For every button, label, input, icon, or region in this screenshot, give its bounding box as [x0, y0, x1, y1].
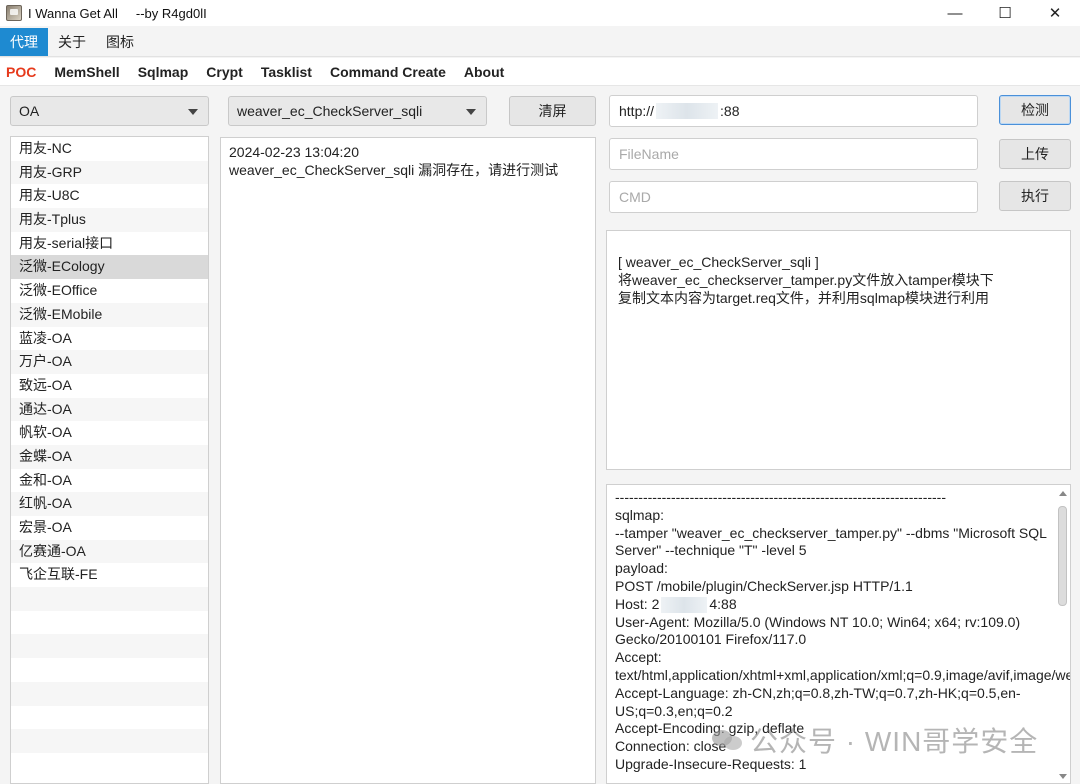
- poc-select[interactable]: weaver_ec_CheckServer_sqli: [228, 96, 487, 126]
- maximize-icon[interactable]: ☐: [980, 0, 1030, 26]
- accept-language-header: Accept-Language: zh-CN,zh;q=0.8,zh-TW;q=…: [615, 684, 1021, 719]
- list-item[interactable]: 用友-U8C: [11, 184, 208, 208]
- empty-list-row[interactable]: [11, 706, 208, 730]
- url-input[interactable]: http:// :88: [609, 95, 978, 127]
- log-message: weaver_ec_CheckServer_sqli 漏洞存在，请进行测试: [229, 162, 559, 178]
- empty-list-row[interactable]: [11, 729, 208, 753]
- tab-sqlmap[interactable]: Sqlmap: [129, 58, 198, 86]
- minimize-icon[interactable]: —: [930, 0, 980, 26]
- cmd-placeholder: CMD: [619, 189, 651, 205]
- poc-select-value: weaver_ec_CheckServer_sqli: [237, 103, 423, 119]
- cmd-input[interactable]: CMD: [609, 181, 978, 213]
- redacted-block: [661, 597, 708, 614]
- list-item[interactable]: 致远-OA: [11, 374, 208, 398]
- list-item[interactable]: 红帆-OA: [11, 492, 208, 516]
- tab-tasklist[interactable]: Tasklist: [252, 58, 321, 86]
- app-icon: [6, 5, 22, 21]
- upload-button[interactable]: 上传: [999, 139, 1071, 169]
- url-suffix: :88: [720, 103, 740, 119]
- window-title: I Wanna Get All --by R4gd0lI: [28, 5, 207, 21]
- list-item[interactable]: 通达-OA: [11, 397, 208, 422]
- url-prefix: http://: [619, 103, 655, 119]
- scroll-thumb[interactable]: [1058, 506, 1067, 606]
- tab-command-create[interactable]: Command Create: [321, 58, 455, 86]
- empty-list-row[interactable]: [11, 658, 208, 682]
- title-bar: I Wanna Get All --by R4gd0lI — ☐ ✕: [0, 0, 1080, 26]
- watermark-text: 公众号 · WIN哥学安全: [750, 726, 1039, 757]
- host-prefix: Host: 2: [615, 595, 660, 612]
- list-item[interactable]: 用友-GRP: [11, 160, 208, 185]
- tab-memshell[interactable]: MemShell: [45, 58, 128, 86]
- list-item[interactable]: 金蝶-OA: [11, 444, 208, 469]
- list-item[interactable]: 万户-OA: [11, 350, 208, 374]
- list-item[interactable]: 亿赛通-OA: [11, 539, 208, 564]
- log-timestamp: 2024-02-23 13:04:20: [229, 144, 359, 160]
- menu-about[interactable]: 关于: [48, 28, 96, 56]
- menu-icon[interactable]: 图标: [96, 28, 144, 56]
- list-item[interactable]: 泛微-EOffice: [11, 279, 208, 303]
- clear-button[interactable]: 清屏: [509, 96, 596, 126]
- close-icon[interactable]: ✕: [1030, 0, 1080, 26]
- empty-list-row[interactable]: [11, 753, 208, 777]
- list-item[interactable]: 飞企互联-FE: [11, 563, 208, 587]
- tab-crypt[interactable]: Crypt: [197, 58, 252, 86]
- tab-about[interactable]: About: [455, 58, 513, 86]
- scrollbar[interactable]: [1058, 488, 1067, 782]
- separator-line: ----------------------------------------…: [615, 489, 947, 505]
- user-agent-header: User-Agent: Mozilla/5.0 (Windows NT 10.0…: [615, 613, 1021, 648]
- note-line: 将weaver_ec_checkserver_tamper.py文件放入tamp…: [618, 272, 994, 288]
- request-line: POST /mobile/plugin/CheckServer.jsp HTTP…: [615, 577, 913, 594]
- accept-header: Accept: text/html,application/xhtml+xml,…: [615, 649, 1070, 683]
- list-item[interactable]: 用友-NC: [11, 137, 208, 161]
- detect-button[interactable]: 检测: [999, 95, 1071, 125]
- watermark: 公众号 · WIN哥学安全: [712, 722, 1038, 758]
- empty-list-row[interactable]: [11, 634, 208, 659]
- list-item[interactable]: 宏景-OA: [11, 516, 208, 540]
- empty-list-row[interactable]: [11, 587, 208, 611]
- list-item[interactable]: 金和-OA: [11, 469, 208, 493]
- sqlmap-command: --tamper "weaver_ec_checkserver_tamper.p…: [615, 524, 1047, 559]
- payload-label: payload:: [615, 560, 668, 577]
- tab-bar: POC MemShell Sqlmap Crypt Tasklist Comma…: [0, 58, 1080, 86]
- target-list[interactable]: 用友-NC 用友-GRP 用友-U8C 用友-Tplus 用友-serial接口 泛微-E…: [10, 136, 209, 784]
- menu-bar: 代理 关于 图标: [0, 28, 1080, 57]
- list-item[interactable]: 蓝凌-OA: [11, 327, 208, 351]
- poc-note[interactable]: [ weaver_ec_CheckServer_sqli ] 将weaver_e…: [606, 230, 1071, 470]
- list-item[interactable]: 泛微-ECology: [11, 255, 208, 280]
- host-suffix: 4:88: [709, 595, 737, 612]
- scroll-down-icon[interactable]: [1059, 774, 1067, 779]
- chevron-down-icon: [188, 109, 198, 115]
- empty-list-row[interactable]: [11, 681, 208, 706]
- category-select-value: OA: [19, 103, 40, 119]
- sqlmap-label: sqlmap:: [615, 506, 665, 523]
- list-item[interactable]: 帆软-OA: [11, 421, 208, 445]
- filename-input[interactable]: FileName: [609, 138, 978, 170]
- list-item[interactable]: 用友-serial接口: [11, 232, 208, 256]
- wechat-icon: [712, 728, 742, 752]
- scroll-up-icon[interactable]: [1059, 491, 1067, 496]
- redacted-block: [656, 103, 719, 119]
- empty-list-row[interactable]: [11, 611, 208, 635]
- window-controls: — ☐ ✕: [930, 0, 1080, 26]
- filename-placeholder: FileName: [619, 146, 679, 162]
- host-header: Host: 2 4:88: [615, 596, 1048, 614]
- tab-poc[interactable]: POC: [0, 58, 45, 86]
- log-output[interactable]: 2024-02-23 13:04:20 weaver_ec_CheckServe…: [220, 137, 596, 784]
- list-item[interactable]: 泛微-EMobile: [11, 302, 208, 327]
- exec-button[interactable]: 执行: [999, 181, 1071, 211]
- menu-proxy[interactable]: 代理: [0, 28, 48, 56]
- list-item[interactable]: 用友-Tplus: [11, 208, 208, 232]
- chevron-down-icon: [466, 109, 476, 115]
- category-select[interactable]: OA: [10, 96, 209, 126]
- note-line: [ weaver_ec_CheckServer_sqli ]: [618, 254, 819, 270]
- note-line: 复制文本内容为target.req文件，并利用sqlmap模块进行利用: [618, 290, 990, 306]
